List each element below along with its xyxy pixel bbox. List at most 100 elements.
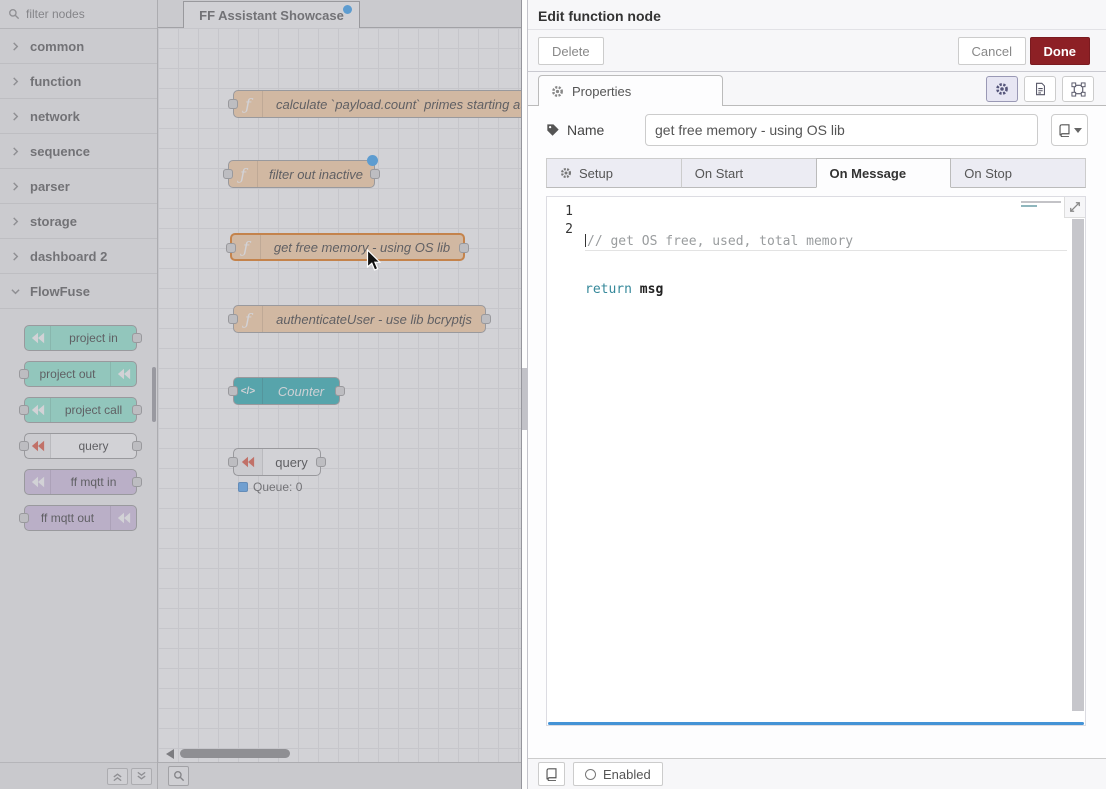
scroll-left-arrow-icon[interactable] — [166, 749, 174, 759]
category-label: storage — [30, 214, 77, 229]
code-line-1: // get OS free, used, total memory — [585, 233, 1067, 251]
done-button[interactable]: Done — [1030, 37, 1091, 65]
input-port[interactable] — [228, 314, 238, 324]
input-port[interactable] — [19, 513, 29, 523]
output-port[interactable] — [132, 477, 142, 487]
output-port[interactable] — [459, 243, 469, 253]
node-palette: common function network sequence parser … — [0, 0, 158, 789]
node-label: filter out inactive — [258, 161, 374, 187]
input-port[interactable] — [19, 369, 29, 379]
cancel-button[interactable]: Cancel — [958, 37, 1026, 65]
enabled-state-icon — [585, 769, 596, 780]
output-port[interactable] — [132, 405, 142, 415]
palette-category-storage[interactable]: storage — [0, 204, 157, 239]
line-number: 2 — [547, 221, 573, 239]
palette-node-project-call[interactable]: project call — [24, 397, 137, 423]
tab-on-start[interactable]: On Start — [681, 158, 817, 188]
input-port[interactable] — [19, 405, 29, 415]
appearance-selection-icon — [1071, 82, 1086, 97]
palette-node-ff-mqtt-in[interactable]: ff mqtt in — [24, 469, 137, 495]
library-dropdown-button[interactable] — [1051, 114, 1088, 146]
code-content[interactable]: // get OS free, used, total memory retur… — [585, 203, 1067, 329]
node-label: calculate `payload.count` primes startin… — [263, 91, 521, 117]
status-dot-icon — [238, 482, 248, 492]
input-port[interactable] — [228, 99, 238, 109]
category-label: sequence — [30, 144, 90, 159]
library-export-button[interactable] — [538, 762, 565, 786]
palette-scrollbar-thumb[interactable] — [152, 367, 156, 422]
editor-resize-bar[interactable] — [548, 722, 1084, 725]
flowfuse-icon — [234, 449, 263, 475]
palette-category-parser[interactable]: parser — [0, 169, 157, 204]
tag-icon — [546, 123, 560, 137]
code-line-2: return msg — [585, 281, 1067, 299]
flow-node-get-free-memory[interactable]: ƒ get free memory - using OS lib — [230, 233, 465, 261]
output-port[interactable] — [132, 441, 142, 451]
gear-icon — [551, 85, 564, 98]
output-port[interactable] — [316, 457, 326, 467]
palette-category-network[interactable]: network — [0, 99, 157, 134]
flow-node-filter-out-inactive[interactable]: ƒ filter out inactive — [228, 160, 375, 188]
editor-expand-button[interactable] — [1064, 197, 1085, 218]
tray-footer: Enabled — [528, 758, 1106, 789]
node-enabled-toggle[interactable]: Enabled — [573, 762, 663, 786]
canvas-vertical-scrollbar-thumb[interactable] — [522, 368, 527, 430]
scrollbar-thumb[interactable] — [180, 749, 290, 758]
node-status: Queue: 0 — [238, 480, 302, 494]
palette-search[interactable] — [0, 0, 157, 29]
palette-node-query[interactable]: query — [24, 433, 137, 459]
canvas-horizontal-scrollbar[interactable] — [158, 749, 521, 759]
flow-canvas[interactable]: FF Assistant Showcase ƒ calculate `paylo… — [158, 0, 521, 789]
book-icon — [1058, 124, 1071, 137]
node-appearance-button[interactable] — [1062, 76, 1094, 102]
workspace-tab-ff-assistant-showcase[interactable]: FF Assistant Showcase — [183, 1, 360, 28]
code-editor[interactable]: 1 2 // get OS free, used, total memory r… — [546, 196, 1086, 726]
chevron-right-icon — [11, 112, 20, 121]
input-port[interactable] — [226, 243, 236, 253]
palette-category-common[interactable]: common — [0, 29, 157, 64]
palette-collapse-all-button[interactable] — [107, 768, 128, 785]
palette-category-flowfuse[interactable]: FlowFuse — [0, 274, 157, 309]
sidebar-resize-handle[interactable] — [521, 0, 528, 789]
template-icon: </> — [234, 378, 263, 404]
palette-filter-input[interactable] — [26, 7, 136, 21]
editor-scrollbar[interactable] — [1072, 219, 1084, 711]
palette-category-dashboard2[interactable]: dashboard 2 — [0, 239, 157, 274]
flow-node-authenticate-user[interactable]: ƒ authenticateUser - use lib bcryptjs — [233, 305, 486, 333]
palette-node-project-in[interactable]: project in — [24, 325, 137, 351]
flow-node-query[interactable]: query Queue: 0 — [233, 448, 321, 476]
palette-category-function[interactable]: function — [0, 64, 157, 99]
input-port[interactable] — [223, 169, 233, 179]
canvas-search-button[interactable] — [168, 766, 189, 786]
palette-node-project-out[interactable]: project out — [24, 361, 137, 387]
flow-node-counter[interactable]: </> Counter — [233, 377, 340, 405]
output-port[interactable] — [335, 386, 345, 396]
node-name-input[interactable] — [645, 114, 1038, 146]
edit-properties-button[interactable] — [986, 76, 1018, 102]
palette-expand-all-button[interactable] — [131, 768, 152, 785]
document-icon — [1034, 82, 1047, 96]
input-port[interactable] — [228, 386, 238, 396]
tab-setup[interactable]: Setup — [546, 158, 682, 188]
palette-category-sequence[interactable]: sequence — [0, 134, 157, 169]
edit-description-button[interactable] — [1024, 76, 1056, 102]
category-label: parser — [30, 179, 70, 194]
palette-node-ff-mqtt-out[interactable]: ff mqtt out — [24, 505, 137, 531]
flow-node-calculate-primes[interactable]: ƒ calculate `payload.count` primes start… — [233, 90, 521, 118]
palette-node-label: ff mqtt out — [25, 506, 110, 530]
input-port[interactable] — [19, 441, 29, 451]
output-port[interactable] — [370, 169, 380, 179]
function-icon: ƒ — [234, 91, 263, 117]
function-tabs: Setup On Start On Message On Stop — [546, 158, 1086, 189]
input-port[interactable] — [228, 457, 238, 467]
output-port[interactable] — [132, 333, 142, 343]
tab-on-message[interactable]: On Message — [816, 158, 952, 188]
node-label: get free memory - using OS lib — [261, 235, 463, 259]
delete-button[interactable]: Delete — [538, 37, 604, 65]
editor-minimap — [1021, 201, 1061, 207]
unsaved-changes-dot — [343, 5, 352, 14]
tab-on-stop[interactable]: On Stop — [950, 158, 1086, 188]
output-port[interactable] — [481, 314, 491, 324]
chevron-right-icon — [11, 252, 20, 261]
tab-properties[interactable]: Properties — [538, 75, 723, 106]
